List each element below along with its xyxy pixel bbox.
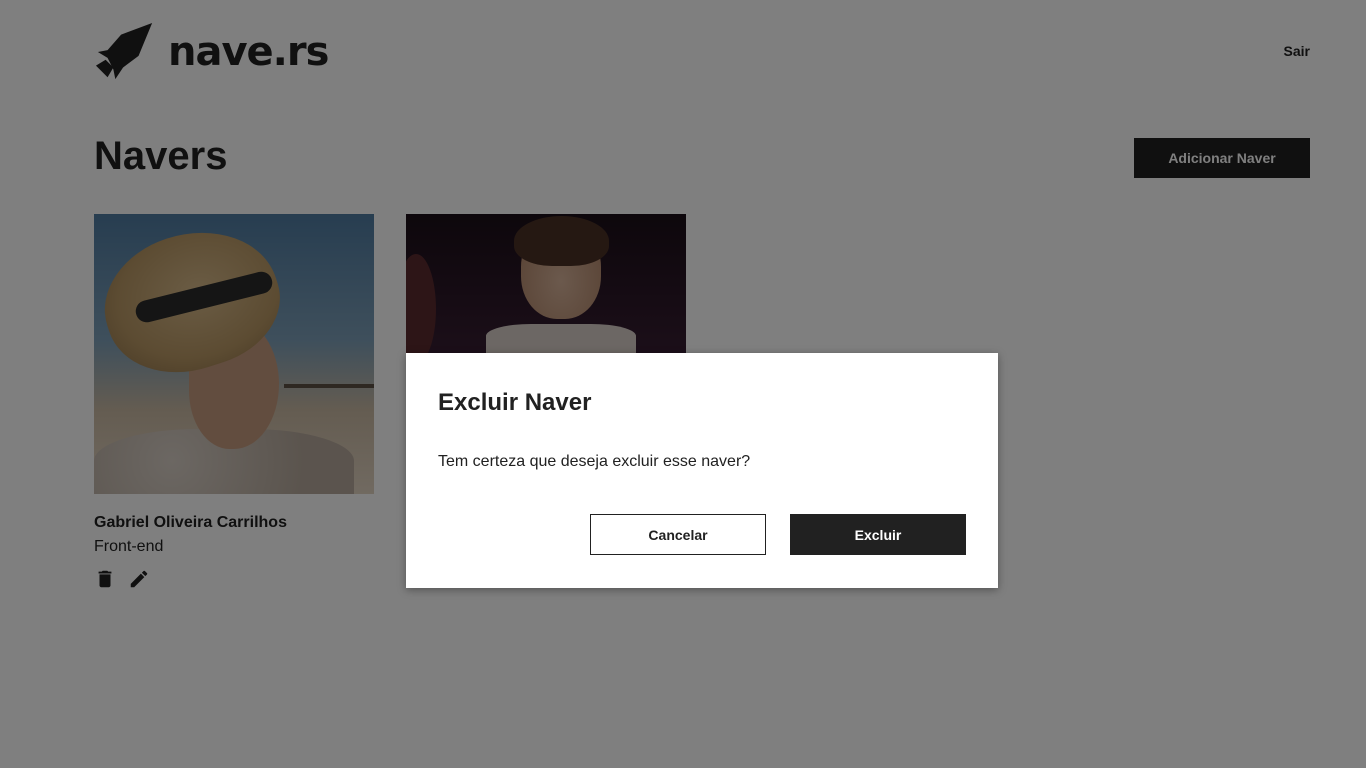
delete-modal: Excluir Naver Tem certeza que deseja exc… <box>406 353 998 588</box>
page: nave.rs Sair Navers Adicionar Naver Gabr… <box>0 0 1366 768</box>
modal-title: Excluir Naver <box>438 389 592 416</box>
cancel-button[interactable]: Cancelar <box>590 514 766 555</box>
modal-message: Tem certeza que deseja excluir esse nave… <box>438 453 751 470</box>
delete-confirm-button[interactable]: Excluir <box>790 514 966 555</box>
